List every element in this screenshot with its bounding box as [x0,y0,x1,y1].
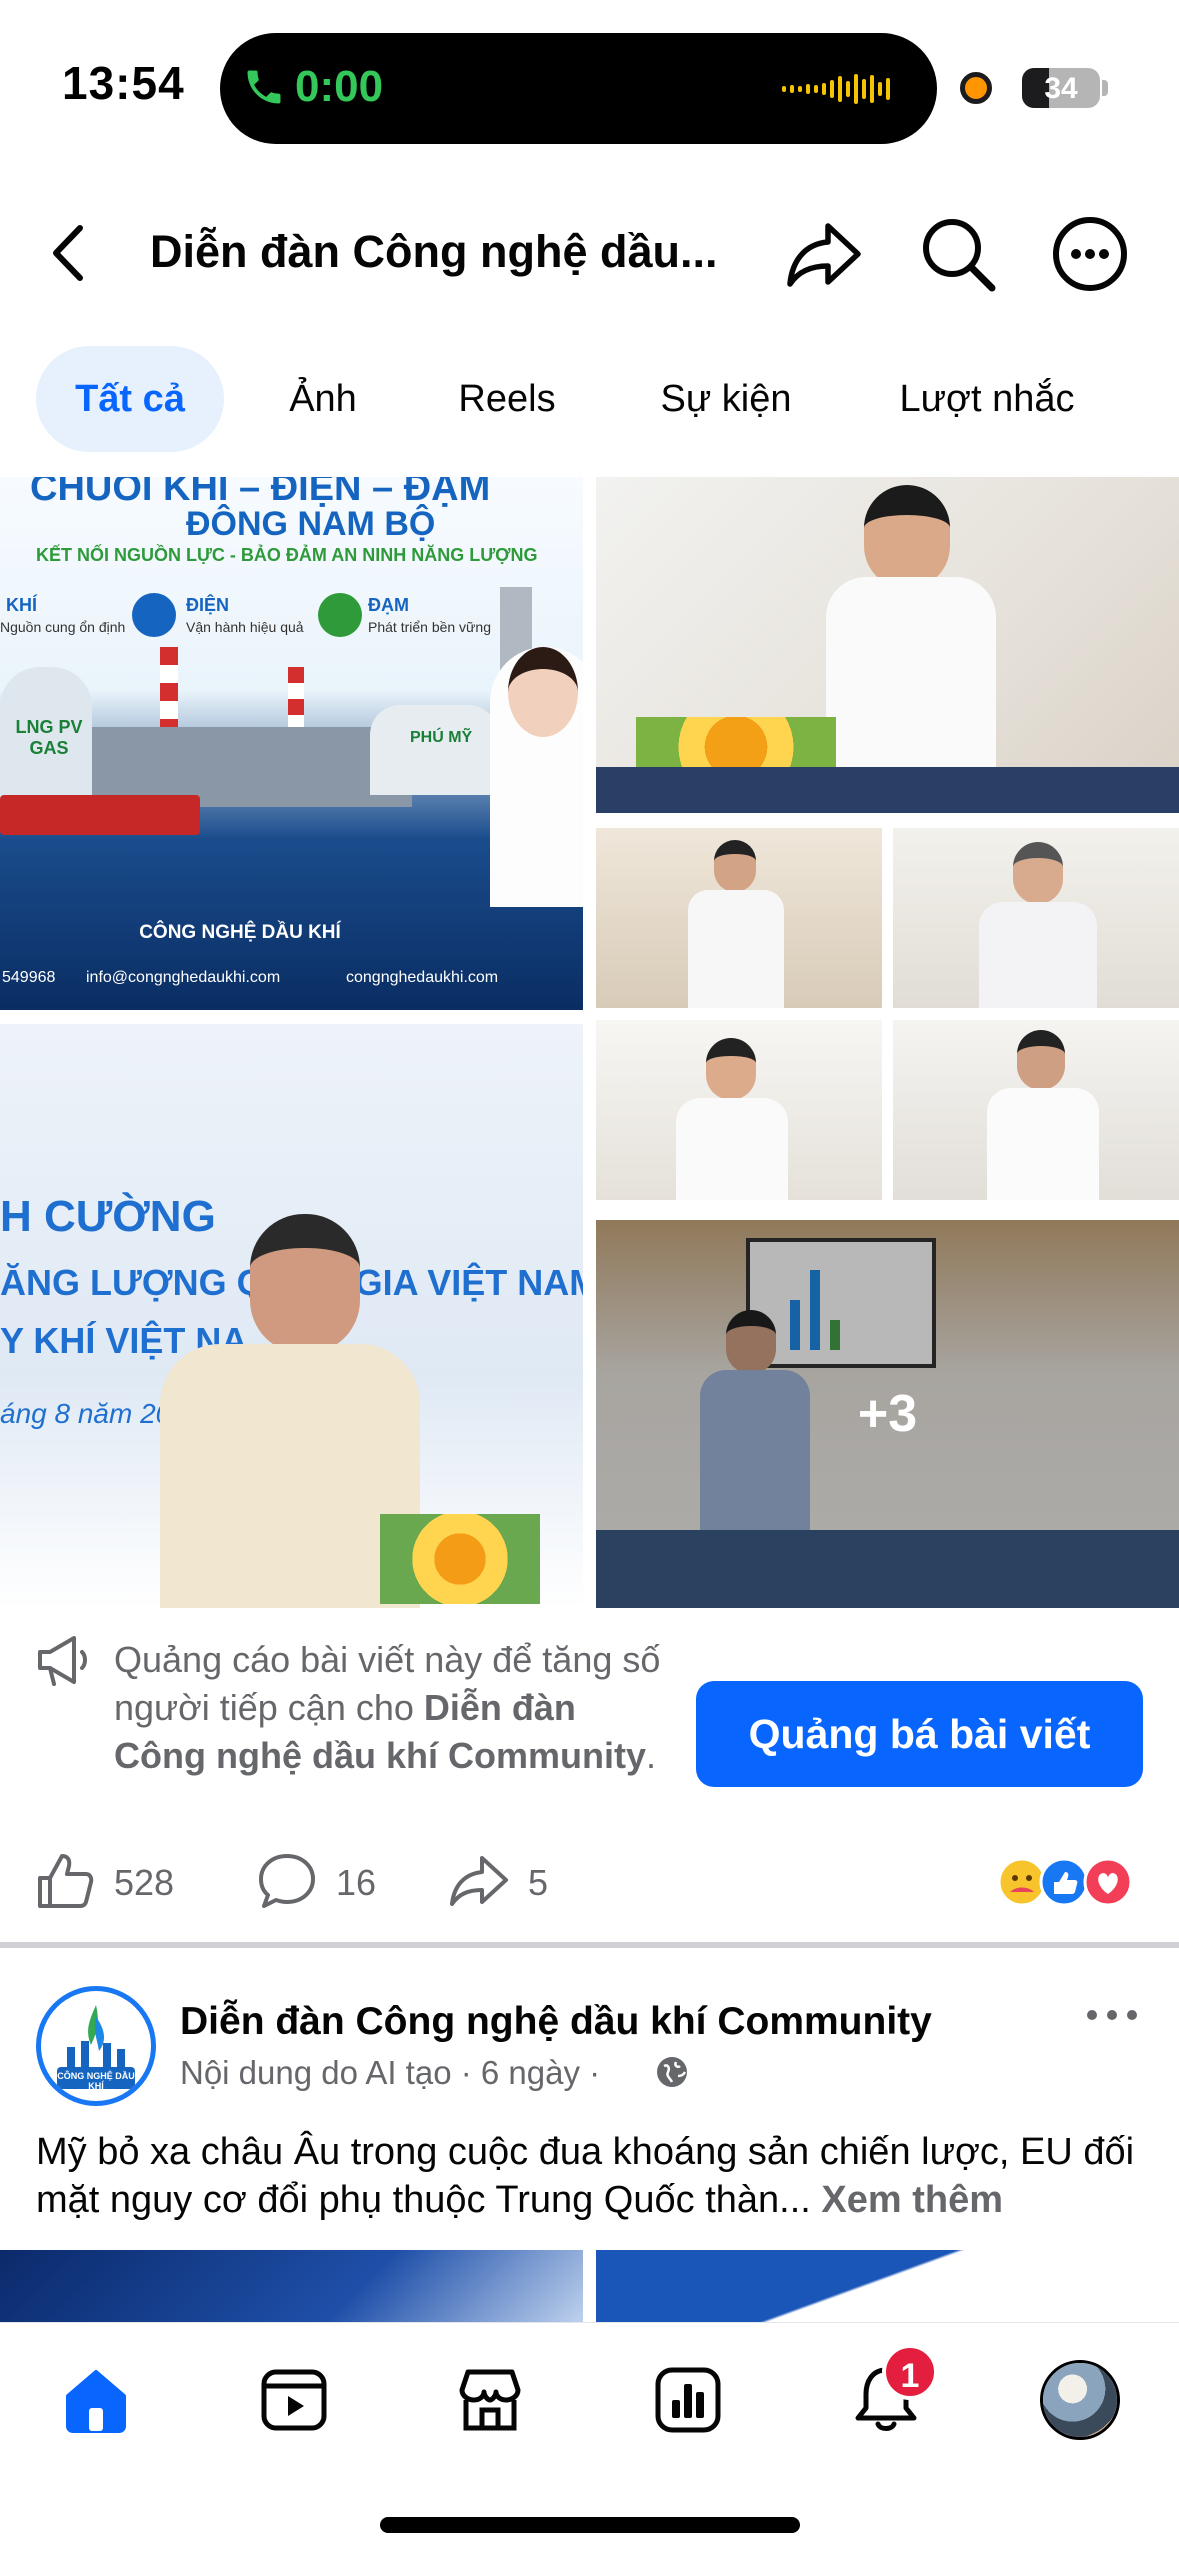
promote-text-after: . [645,1735,656,1776]
profile-avatar[interactable] [1040,2360,1120,2440]
video-icon[interactable] [256,2362,332,2438]
like-reaction-icon [1039,1857,1089,1907]
ad-banner-photo[interactable]: CHUỖI KHÍ – ĐIỆN – ĐẠM ĐÔNG NAM BỘ KẾT N… [0,477,583,1010]
face [508,647,578,737]
post-author[interactable]: Diễn đàn Công nghệ dầu khí Community [180,2000,932,2044]
photo-standing-man[interactable] [596,828,882,1008]
phone-call-icon [247,70,281,104]
photo-event-speaker[interactable]: H CƯỜNG ĂNG LƯỢNG QUỐC GIA VIỆT NAM Y KH… [0,1024,583,1608]
more-icon[interactable] [1048,212,1132,296]
home-indicator[interactable] [380,2517,800,2533]
care-reaction-icon [997,1857,1047,1907]
person-shirt [987,1088,1099,1200]
pillar-1-desc: Nguồn cung ổn định [0,619,126,635]
post-text: Mỹ bỏ xa châu Âu trong cuộc đua khoáng s… [36,2128,1156,2224]
event-line-4: áng 8 năm 20 [0,1398,172,1429]
speaker-head [864,485,950,589]
see-more-link[interactable]: Xem thêm [821,2179,1003,2221]
lng-ship [0,795,200,835]
page-avatar[interactable]: CÔNG NGHỆ DẦU KHÍ [36,1986,156,2106]
flower-bouquet [380,1514,540,1604]
person-head [1013,842,1063,904]
status-time: 13:54 [62,57,185,109]
photo-meeting-room[interactable]: +3 [596,1220,1179,1608]
power-icon [132,593,176,637]
photo-speaker[interactable] [596,477,1179,813]
avatar-image [1043,2363,1117,2437]
banner-email: info@congnghedaukhi.com [86,969,281,986]
comment-icon[interactable] [256,1850,318,1912]
tab-photos[interactable]: Ảnh [252,346,394,452]
back-icon[interactable] [42,218,98,288]
event-line-1: H CƯỜNG [0,1192,216,1241]
more-photos-overlay[interactable]: +3 [596,1220,1179,1608]
battery-indicator: 34 [1022,68,1100,108]
post2-photo-left[interactable] [0,2250,583,2330]
audio-waveform-icon [782,74,890,104]
promote-post-button[interactable]: Quảng bá bài viết [696,1681,1143,1787]
reaction-icons[interactable] [996,1856,1146,1908]
call-timer: 0:00 [295,62,384,111]
battery-level: 34 [1044,72,1078,105]
tab-mentions[interactable]: Lượt nhắc [862,346,1112,452]
post-meta: Nội dung do AI tạo · 6 ngày · [180,2054,601,2091]
plant-label: PHÚ MỸ [410,729,473,746]
person-head [706,1038,756,1100]
table [596,767,1179,813]
photo-standing-man-2[interactable] [893,1020,1179,1200]
post-divider [0,1942,1179,1948]
share-icon[interactable] [782,212,866,296]
post2-photo-right[interactable] [596,2250,1179,2330]
banner-website: congnghedaukhi.com [346,969,499,986]
page-logo-text: CÔNG NGHỆ DẦU KHÍ [57,2071,135,2091]
tab-all[interactable]: Tất cả [36,346,224,452]
banner-org: CÔNG NGHỆ DẦU KHÍ [139,922,341,943]
pillar-1-title: KHÍ [6,595,37,615]
tank-label: LNG PV GAS [15,717,83,758]
dashboard-icon[interactable] [650,2362,726,2438]
like-count[interactable]: 528 [114,1862,174,1904]
post-more-icon[interactable] [1082,2000,1142,2030]
person-shirt [676,1098,788,1200]
lng-tank: LNG PV GAS [0,667,92,807]
tab-reels[interactable]: Reels [426,346,588,452]
pillar-3-title: ĐẠM [368,595,409,615]
camera-in-use-indicator [960,72,992,104]
speaker-shirt [826,577,996,777]
share-post-icon[interactable] [448,1850,510,1912]
pillar-2-title: ĐIỆN [186,595,230,615]
home-icon[interactable] [58,2362,134,2438]
spokesperson-figure [490,647,583,907]
pillar-2-desc: Vận hành hiệu quả [186,619,304,635]
share-count[interactable]: 5 [528,1862,548,1904]
battery-tip [1102,80,1108,96]
person-shirt [688,890,784,1008]
plant-tank: PHÚ MỸ [370,705,498,795]
tab-events[interactable]: Sự kiện [620,346,832,452]
banner-subheading: ĐÔNG NAM BỘ [186,505,436,543]
megaphone-icon [38,1636,87,1686]
globe-icon [657,2057,687,2087]
photo-speaker-2[interactable] [596,1020,882,1200]
promote-description: Quảng cáo bài viết này để tăng số người … [114,1636,674,1780]
leaf-icon [318,593,362,637]
person-shirt [979,902,1097,1008]
notification-badge: 1 [882,2344,938,2400]
like-icon[interactable] [34,1850,96,1912]
pillar-3-desc: Phát triển bền vững [368,619,492,635]
search-icon[interactable] [916,212,1000,296]
speaker-head [250,1214,360,1354]
promote-text-before: Quảng cáo bài viết này để tăng số người … [114,1639,661,1728]
banner-phone: 549968 [2,969,56,986]
page-title: Diễn đàn Công nghệ dầu... [150,226,718,277]
comment-count[interactable]: 16 [336,1862,376,1904]
person-head [1017,1030,1065,1090]
marketplace-icon[interactable] [452,2362,528,2438]
love-reaction-icon [1083,1857,1133,1907]
photo-seated-man[interactable] [893,828,1179,1008]
person-head [714,840,756,892]
banner-tagline: KẾT NỐI NGUỒN LỰC - BẢO ĐẢM AN NINH NĂNG… [36,545,538,565]
